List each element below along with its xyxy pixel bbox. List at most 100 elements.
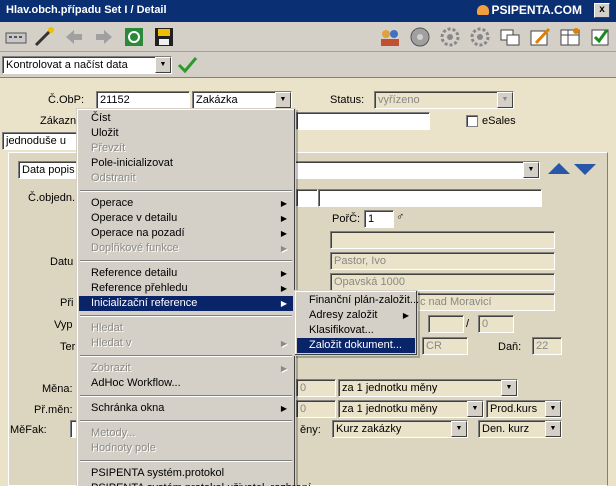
- transfer-currency-value: 0: [300, 403, 307, 415]
- menu-item-label: AdHoc Workflow...: [91, 377, 181, 389]
- users-icon[interactable]: [378, 25, 402, 49]
- menu-item[interactable]: Operace v detailu ▶: [79, 211, 293, 226]
- context-submenu: Finanční plán-založit... Adresy založit ▶ K…: [294, 290, 419, 356]
- customer-name-field[interactable]: [296, 112, 430, 130]
- order-rate-value: Kurz zakázky: [336, 423, 402, 435]
- menu-item[interactable]: Schránka okna ▶: [79, 401, 293, 416]
- recipient-label: Při: [60, 297, 74, 309]
- currency-value: 0: [300, 382, 307, 394]
- submenu-arrow-icon: ▶: [280, 364, 287, 373]
- currency-unit-select[interactable]: za 1 jednotku měny ▼: [338, 379, 518, 397]
- data-description-value: Data popis: [22, 164, 75, 176]
- submenu-arrow-icon: ▶: [280, 404, 287, 413]
- menu-item[interactable]: Finanční plán-založit...: [297, 293, 419, 308]
- menu-item[interactable]: Klasifikovat...: [297, 323, 415, 338]
- currency-field[interactable]: 0: [296, 379, 336, 397]
- transfer-currency-field[interactable]: 0: [296, 400, 336, 418]
- menu-item[interactable]: Reference přehledu ▶: [79, 281, 293, 296]
- arrow-down-icon[interactable]: [574, 164, 596, 175]
- submenu-arrow-icon: ▶: [280, 214, 287, 223]
- daily-rate-select[interactable]: Den. kurz ▼: [478, 420, 562, 438]
- order-number-field[interactable]: [296, 189, 318, 207]
- order-rate-select[interactable]: Kurz zakázky ▼: [332, 420, 468, 438]
- vyp-field-1[interactable]: [428, 315, 464, 333]
- arrow-up-icon[interactable]: [548, 163, 570, 174]
- action-select[interactable]: Kontrolovat a načíst data ▼: [2, 56, 172, 74]
- chevron-down-icon[interactable]: ▼: [523, 162, 539, 178]
- arrow-right-icon[interactable]: [92, 25, 116, 49]
- menu-item-label: Odstranit: [91, 172, 136, 184]
- menu-separator: [80, 395, 292, 397]
- gear2-icon[interactable]: [468, 25, 492, 49]
- sales-rate-select[interactable]: Prod.kurs ▼: [486, 400, 562, 418]
- chevron-down-icon[interactable]: ▼: [467, 401, 483, 417]
- contact-field-1[interactable]: [330, 231, 555, 249]
- esales-checkbox[interactable]: [466, 115, 478, 127]
- menu-item[interactable]: AdHoc Workflow...: [79, 376, 293, 391]
- wand-icon[interactable]: [32, 25, 56, 49]
- chevron-down-icon[interactable]: ▼: [451, 421, 467, 437]
- menu-item[interactable]: Založit dokument...: [297, 338, 415, 353]
- chevron-down-icon[interactable]: ▼: [275, 92, 291, 108]
- country-field[interactable]: CR: [422, 337, 468, 355]
- mode-value: jednoduše u: [6, 135, 66, 147]
- menu-item[interactable]: PSIPENTA systém.protokol: [79, 466, 293, 481]
- action-select-value: Kontrolovat a načíst data: [6, 59, 128, 71]
- menu-item[interactable]: Pole-inicializovat: [79, 156, 293, 171]
- arrow-left-icon[interactable]: [62, 25, 86, 49]
- menu-item: Odstranit: [79, 171, 293, 186]
- chevron-down-icon[interactable]: ▼: [501, 380, 517, 396]
- currencies-label: ěny:: [300, 424, 321, 436]
- submenu-arrow-icon: ▶: [280, 299, 287, 308]
- chevron-down-icon[interactable]: ▼: [545, 421, 561, 437]
- menu-item[interactable]: Adresy založit ▶: [297, 308, 415, 323]
- edit-icon[interactable]: [528, 25, 552, 49]
- menu-item[interactable]: PSIPENTA systém.protokol uživatel. rozhr…: [79, 481, 311, 486]
- save-icon[interactable]: [152, 25, 176, 49]
- chevron-down-icon[interactable]: ▼: [545, 401, 561, 417]
- street-field[interactable]: Opavská 1000: [330, 273, 555, 291]
- checkmark-icon[interactable]: [176, 54, 198, 76]
- chevron-down-icon[interactable]: ▼: [155, 57, 171, 73]
- gear-icon[interactable]: [438, 25, 462, 49]
- windows-icon[interactable]: [498, 25, 522, 49]
- territory-label: Ter: [60, 341, 76, 353]
- city-field[interactable]: c nad Moravicí: [416, 293, 555, 311]
- menu-item[interactable]: Číst: [79, 111, 293, 126]
- tax-value: 22: [536, 340, 549, 352]
- disc-icon[interactable]: [408, 25, 432, 49]
- menu-item-label: Založit dokument...: [309, 339, 402, 351]
- chevron-down-icon[interactable]: ▼: [497, 92, 513, 108]
- menu-item-label: PSIPENTA systém.protokol: [91, 467, 225, 479]
- tax-field[interactable]: 22: [532, 337, 562, 355]
- transfer-currency-label: Př.měn:: [34, 404, 73, 416]
- menu-item[interactable]: Operace ▶: [79, 196, 293, 211]
- menu-item[interactable]: Operace na pozadí ▶: [79, 226, 293, 241]
- check-doc-icon[interactable]: [588, 25, 612, 49]
- menu-item[interactable]: Reference detailu ▶: [79, 266, 293, 281]
- order-number-field-2[interactable]: [318, 189, 542, 207]
- daily-rate-value: Den. kurz: [482, 423, 530, 435]
- cobp-field[interactable]: 21152: [96, 91, 190, 109]
- close-button[interactable]: x: [594, 3, 610, 18]
- menu-item: Hledat v ▶: [79, 336, 293, 351]
- status-select[interactable]: vyřízeno ▼: [374, 91, 514, 109]
- country-value: CR: [426, 340, 442, 352]
- vyp-label: Vyp: [54, 319, 73, 331]
- menu-item: Zobrazit ▶: [79, 361, 293, 376]
- menu-item: Hodnoty pole: [79, 441, 293, 456]
- porc-field[interactable]: 1: [364, 210, 394, 228]
- binoculars-icon[interactable]: ♂: [396, 211, 404, 223]
- keyboard-icon[interactable]: [4, 25, 28, 49]
- refresh-icon[interactable]: [122, 25, 146, 49]
- transfer-unit-select[interactable]: za 1 jednotku měny ▼: [338, 400, 484, 418]
- logo-text: PSIPENTA.COM: [491, 3, 582, 17]
- mode-field[interactable]: jednoduše u: [2, 132, 78, 150]
- case-type-select[interactable]: Zakázka ▼: [192, 91, 292, 109]
- table-icon[interactable]: [558, 25, 582, 49]
- menu-item[interactable]: Uložit: [79, 126, 293, 141]
- contact-name-field[interactable]: Pastor, Ivo: [330, 252, 555, 270]
- menu-item[interactable]: Inicializační reference ▶: [79, 296, 293, 311]
- vyp-field-2[interactable]: 0: [478, 315, 514, 333]
- menu-separator: [80, 260, 292, 262]
